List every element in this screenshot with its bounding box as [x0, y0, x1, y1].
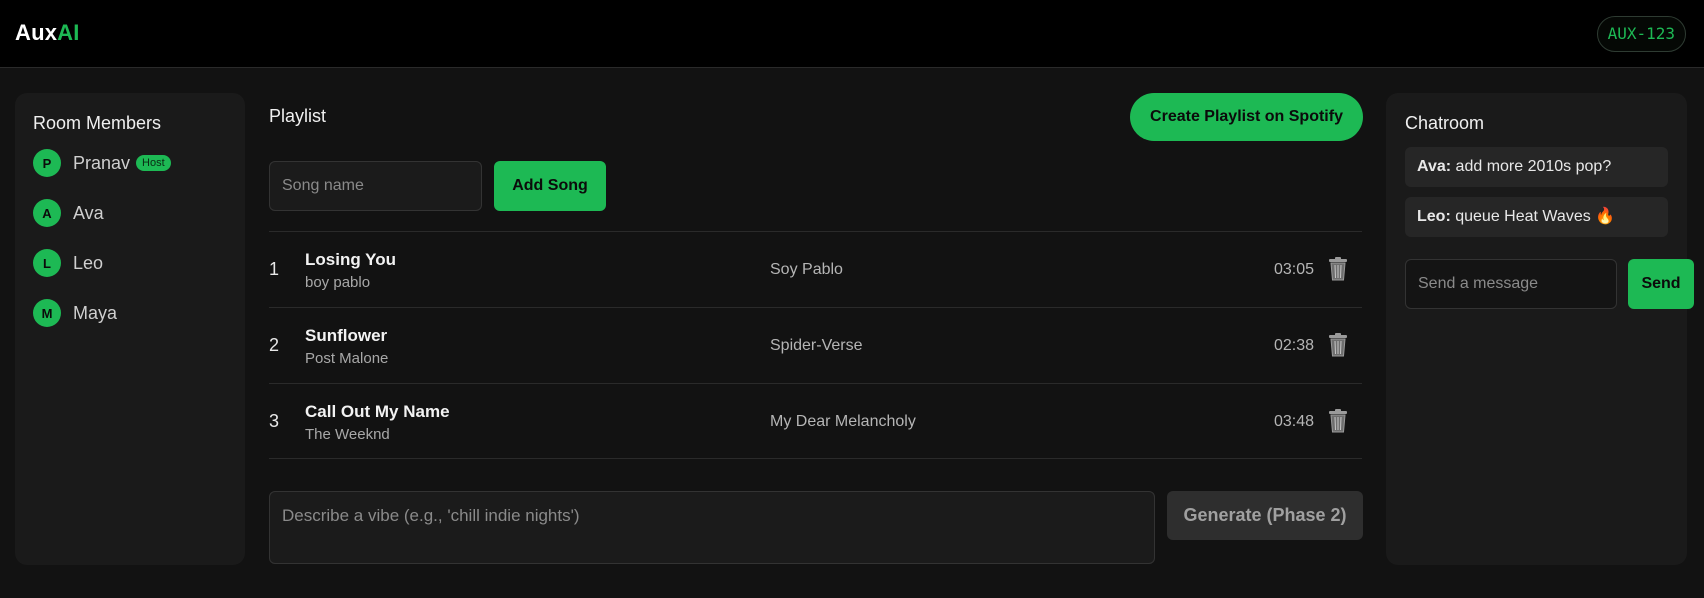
- track-artist: boy pablo: [305, 274, 371, 291]
- host-badge: Host: [136, 155, 171, 171]
- song-name-input[interactable]: [269, 161, 482, 211]
- send-button[interactable]: Send: [1628, 259, 1694, 309]
- track-album: My Dear Melancholy: [770, 413, 916, 430]
- track-row: 1 Losing You boy pablo Soy Pablo 03:05: [269, 231, 1362, 307]
- member-item: P Pranav Host: [33, 149, 171, 177]
- track-title: Call Out My Name: [305, 402, 450, 421]
- track-album: Soy Pablo: [770, 261, 843, 278]
- chat-author: Ava:: [1417, 158, 1452, 175]
- chat-text: queue Heat Waves 🔥: [1455, 208, 1616, 225]
- chat-text: add more 2010s pop?: [1455, 158, 1612, 175]
- trash-icon[interactable]: [1326, 256, 1350, 282]
- trash-icon[interactable]: [1326, 408, 1350, 434]
- track-artist: The Weeknd: [305, 426, 390, 443]
- room-code-badge: AUX-123: [1596, 16, 1686, 52]
- member-item: M Maya: [33, 299, 117, 327]
- message-input[interactable]: [1405, 259, 1617, 309]
- avatar: M: [33, 299, 61, 327]
- track-title: Losing You: [305, 250, 396, 269]
- track-artist: Post Malone: [305, 350, 389, 367]
- playlist-title: Playlist: [269, 106, 327, 126]
- track-number: 2: [269, 335, 280, 355]
- chat-message: Ava: add more 2010s pop?: [1405, 147, 1668, 187]
- chat-message: Leo: queue Heat Waves 🔥: [1405, 197, 1668, 237]
- track-duration: 03:05: [1273, 261, 1314, 278]
- trash-icon[interactable]: [1326, 332, 1350, 358]
- track-row: 2 Sunflower Post Malone Spider-Verse 02:…: [269, 307, 1362, 383]
- top-bar: AuxAI AUX-123: [0, 0, 1704, 68]
- app-logo: AuxAI: [15, 20, 80, 46]
- track-duration: 03:48: [1273, 413, 1314, 430]
- track-duration: 02:38: [1273, 337, 1314, 354]
- avatar: P: [33, 149, 61, 177]
- member-name: Ava: [73, 202, 104, 223]
- member-name: Maya: [73, 302, 118, 323]
- track-album: Spider-Verse: [770, 337, 863, 354]
- track-title: Sunflower: [305, 326, 388, 345]
- avatar: A: [33, 199, 61, 227]
- generate-button[interactable]: Generate (Phase 2): [1167, 491, 1363, 540]
- add-song-button[interactable]: Add Song: [494, 161, 606, 211]
- logo-text-accent: AI: [57, 20, 80, 45]
- chatroom-panel: Chatroom Ava: add more 2010s pop? Leo: q…: [1386, 93, 1694, 565]
- create-playlist-button[interactable]: Create Playlist on Spotify: [1130, 93, 1363, 141]
- room-members-panel: Room Members P Pranav Host A Ava L Leo M…: [15, 93, 245, 565]
- track-row: 3 Call Out My Name The Weeknd My Dear Me…: [269, 383, 1362, 459]
- logo-text-main: Aux: [15, 20, 58, 45]
- member-name: Pranav: [73, 152, 131, 173]
- chatroom-title: Chatroom: [1405, 113, 1485, 133]
- vibe-input[interactable]: [269, 491, 1155, 564]
- chat-author: Leo:: [1417, 208, 1451, 225]
- track-number: 3: [269, 411, 280, 431]
- track-number: 1: [269, 259, 280, 279]
- member-name: Leo: [73, 252, 104, 273]
- member-item: A Ava: [33, 199, 104, 227]
- room-members-title: Room Members: [33, 113, 162, 133]
- member-item: L Leo: [33, 249, 103, 277]
- avatar: L: [33, 249, 61, 277]
- track-list: 1 Losing You boy pablo Soy Pablo 03:05 2…: [269, 231, 1362, 459]
